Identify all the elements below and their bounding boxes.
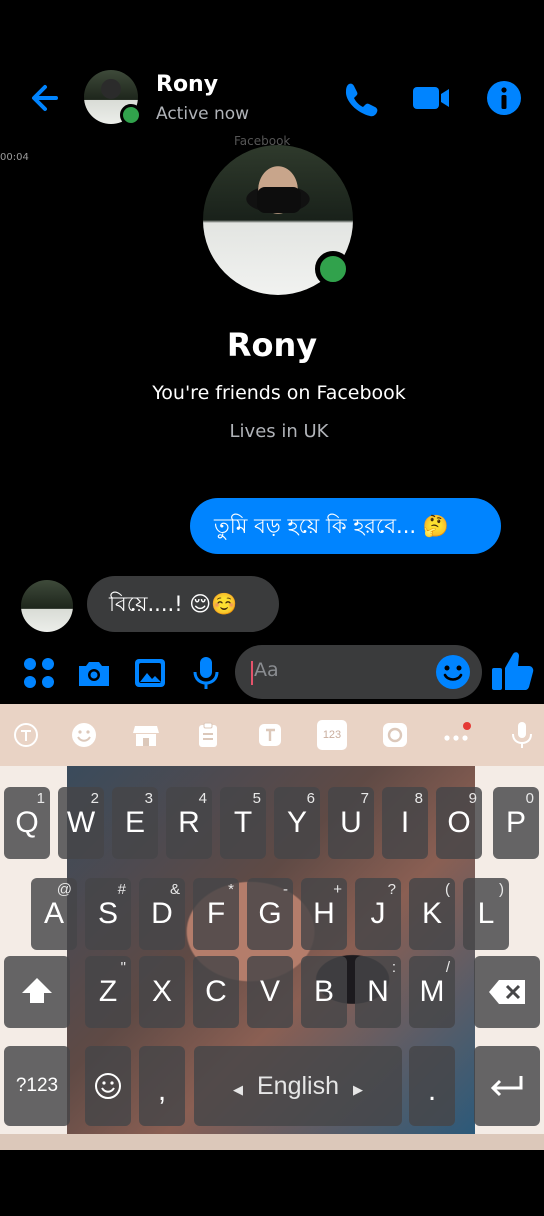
- key-z[interactable]: " Z: [85, 956, 131, 1028]
- avatar-face-mask: [257, 187, 301, 213]
- key-d[interactable]: & D: [139, 878, 185, 950]
- thumbs-up-icon[interactable]: [490, 648, 536, 694]
- key-p[interactable]: 0P: [493, 787, 539, 859]
- key-g[interactable]: -G: [247, 878, 293, 950]
- comma-key[interactable]: ,: [139, 1046, 185, 1126]
- key-n[interactable]: :N: [355, 956, 401, 1028]
- space-key[interactable]: ◀ English ▶: [194, 1046, 402, 1126]
- clipboard-icon[interactable]: [193, 720, 223, 750]
- store-icon[interactable]: [131, 720, 161, 750]
- key-w[interactable]: 2W: [58, 787, 104, 859]
- enter-arrow-icon: [490, 1076, 523, 1097]
- apps-menu-icon[interactable]: [20, 654, 58, 692]
- navigation-bar-area: [0, 1150, 544, 1216]
- online-indicator: [315, 251, 351, 287]
- contact-avatar[interactable]: [84, 70, 142, 126]
- online-indicator: [120, 104, 142, 126]
- message-input-placeholder: Aa: [254, 659, 279, 681]
- key-l[interactable]: ) L: [463, 878, 509, 950]
- translate-icon[interactable]: [11, 720, 41, 750]
- text-caret: [251, 661, 253, 685]
- timestamp: 00:04: [0, 152, 29, 163]
- key-c[interactable]: C: [193, 956, 239, 1028]
- key-o[interactable]: 9O: [436, 787, 482, 859]
- key-v[interactable]: V: [247, 956, 293, 1028]
- key-f[interactable]: * F: [193, 878, 239, 950]
- key-u[interactable]: 7U: [328, 787, 374, 859]
- camera-icon[interactable]: [75, 654, 113, 692]
- emoji-smile-icon: [95, 1073, 121, 1099]
- video-camera-icon[interactable]: [411, 78, 451, 118]
- key-r[interactable]: 4R: [166, 787, 212, 859]
- profile-name: Rony: [226, 326, 318, 364]
- font-style-icon[interactable]: [255, 720, 285, 750]
- backspace-key[interactable]: [474, 956, 540, 1028]
- microphone-icon[interactable]: [187, 654, 225, 692]
- message-bubble-outgoing[interactable]: তুমি বড় হয়ে কি হরবে... 🤔: [190, 498, 501, 554]
- key-y[interactable]: 6Y: [274, 787, 320, 859]
- number-row-toggle[interactable]: 123: [317, 720, 347, 750]
- emoji-key[interactable]: [85, 1046, 131, 1126]
- chat-header: Rony Active now: [0, 60, 544, 136]
- key-a[interactable]: @ A: [31, 878, 77, 950]
- key-h[interactable]: + H: [301, 878, 347, 950]
- keyboard: 123 1Q 2W 3E 4R 5T 6Y 7U 8I 9O 0P @ A # S …: [0, 704, 544, 1150]
- message-bubble-incoming[interactable]: বিয়ে....! 😌☺️: [87, 576, 279, 632]
- emoji-icon[interactable]: [434, 653, 472, 691]
- more-options-icon[interactable]: [442, 720, 472, 750]
- voice-input-icon[interactable]: [507, 720, 537, 750]
- backspace-icon: [489, 980, 525, 1004]
- message-composer: Aa: [0, 644, 544, 702]
- language-prev-icon: ◀: [233, 1082, 243, 1097]
- message-input[interactable]: Aa: [235, 645, 482, 699]
- phone-icon[interactable]: [340, 78, 380, 118]
- key-e[interactable]: 3E: [112, 787, 158, 859]
- message-avatar: [21, 580, 73, 632]
- key-x[interactable]: X: [139, 956, 185, 1028]
- back-arrow-icon[interactable]: [26, 78, 66, 118]
- period-key[interactable]: .: [409, 1046, 455, 1126]
- profile-avatar[interactable]: [203, 145, 353, 295]
- lives-in: Lives in UK: [229, 421, 329, 442]
- key-m[interactable]: / M: [409, 956, 455, 1028]
- gallery-image-icon[interactable]: [131, 654, 169, 692]
- space-language-label: English: [257, 1072, 339, 1100]
- key-i[interactable]: 8I: [382, 787, 428, 859]
- key-q[interactable]: 1Q: [4, 787, 50, 859]
- active-status: Active now: [156, 104, 250, 124]
- key-t[interactable]: 5T: [220, 787, 266, 859]
- contact-name[interactable]: Rony: [156, 72, 218, 97]
- shift-arrow-icon: [22, 978, 52, 1003]
- info-icon[interactable]: [484, 78, 524, 118]
- shift-key[interactable]: [4, 956, 70, 1028]
- emoji-smile-icon[interactable]: [69, 720, 99, 750]
- key-b[interactable]: B: [301, 956, 347, 1028]
- language-next-icon: ▶: [353, 1082, 363, 1097]
- grammar-check-icon[interactable]: [380, 720, 410, 750]
- friends-status: You're friends on Facebook: [152, 382, 406, 404]
- enter-key[interactable]: [474, 1046, 540, 1126]
- symbols-key[interactable]: ?123: [4, 1046, 70, 1126]
- keyboard-toolbar: 123: [0, 704, 544, 766]
